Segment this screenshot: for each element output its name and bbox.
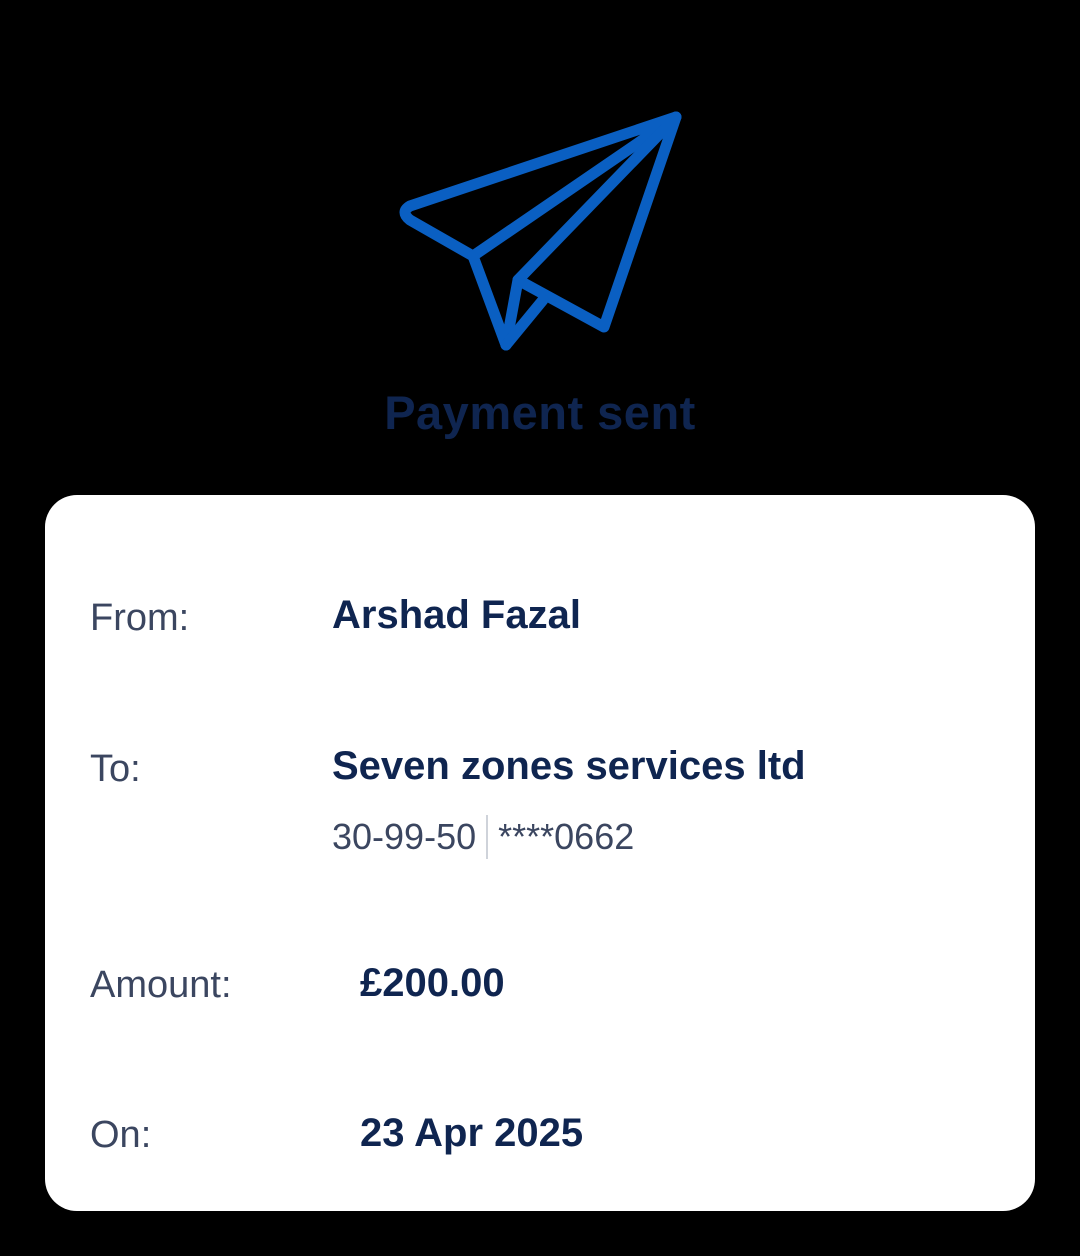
amount-label: Amount: [90, 964, 232, 1006]
to-value: Seven zones services ltd [332, 744, 806, 788]
account-number: ****0662 [498, 816, 635, 857]
payment-confirmation-screen: Payment sent From: Arshad Fazal To: Seve… [0, 0, 1080, 1256]
account-details: 30-99-50 ****0662 [332, 815, 634, 859]
to-label: To: [90, 748, 141, 790]
divider [486, 815, 489, 859]
paper-plane-icon [399, 111, 682, 351]
date-label: On: [90, 1114, 152, 1156]
amount-value: £200.00 [360, 961, 505, 1005]
from-value: Arshad Fazal [332, 593, 581, 637]
sort-code: 30-99-50 [332, 816, 477, 857]
page-title: Payment sent [384, 386, 696, 439]
date-value: 23 Apr 2025 [360, 1111, 584, 1155]
from-label: From: [90, 597, 190, 639]
payment-details-card: From: Arshad Fazal To: Seven zones servi… [45, 495, 1035, 1211]
